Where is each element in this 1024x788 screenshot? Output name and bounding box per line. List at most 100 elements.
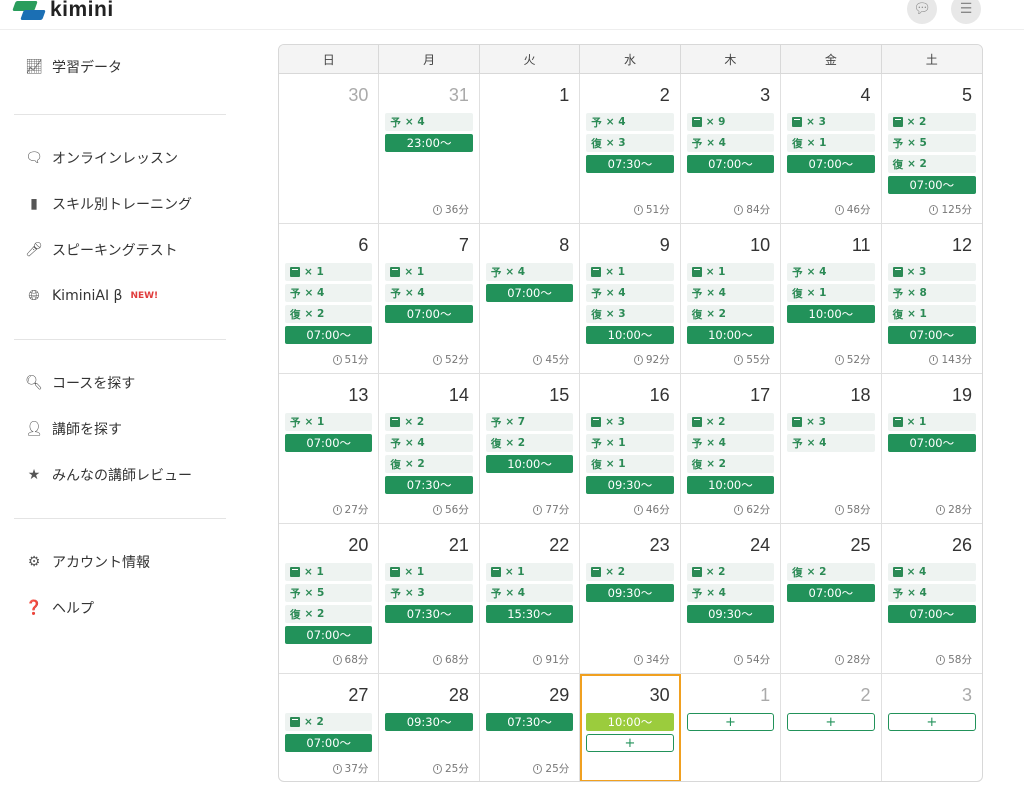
preview-count-tag[interactable]: 予 × 4 [686,284,775,302]
day-cell[interactable]: 23 × 2 09:30～ 34分 [580,524,681,674]
lesson-time-button[interactable]: 10:00～ [586,713,674,731]
day-cell[interactable]: 3 + [882,674,982,781]
preview-count-tag[interactable]: 予 × 8 [887,284,976,302]
lesson-time-button[interactable]: 07:00～ [285,626,373,644]
day-cell[interactable]: 31 予 × 4 23:00～ 36分 [379,74,480,224]
preview-count-tag[interactable]: 予 × 4 [485,263,574,281]
day-cell-today[interactable]: 30 10:00～ + [580,674,681,781]
training-count-tag[interactable]: × 1 [686,263,775,281]
day-cell[interactable]: 25 復 × 2 07:00～ 28分 [781,524,882,674]
day-cell[interactable]: 2 予 × 4 復 × 3 07:30～ 51分 [580,74,681,224]
sidebar-item-book[interactable]: ▮ スキル別トレーニング [14,181,226,227]
day-cell[interactable]: 9 × 1 予 × 4 復 × 3 10:00～ 92分 [580,224,681,374]
training-count-tag[interactable]: × 2 [285,713,373,731]
review-count-tag[interactable]: 復 × 2 [285,605,373,623]
day-cell[interactable]: 17 × 2 予 × 4 復 × 2 10:00～ 62分 [680,374,782,524]
lesson-time-button[interactable]: 07:00～ [485,284,574,302]
lesson-time-button[interactable]: 09:30～ [686,605,775,623]
training-count-tag[interactable]: × 1 [887,413,976,431]
preview-count-tag[interactable]: 予 × 4 [787,434,875,452]
preview-count-tag[interactable]: 予 × 4 [686,584,775,602]
preview-count-tag[interactable]: 予 × 7 [485,413,574,431]
preview-count-tag[interactable]: 予 × 4 [887,584,976,602]
kimini-logo[interactable]: kimini [12,0,114,22]
day-cell[interactable]: 21 × 1 予 × 3 07:30～ 68分 [379,524,480,674]
add-lesson-button[interactable]: + [686,713,775,731]
day-cell[interactable]: 5 × 2 予 × 5 復 × 2 07:00～ 125分 [881,74,982,224]
lesson-time-button[interactable]: 07:00～ [285,434,373,452]
lesson-time-button[interactable]: 07:00～ [787,584,875,602]
preview-count-tag[interactable]: 予 × 4 [285,284,373,302]
review-count-tag[interactable]: 復 × 2 [887,155,976,173]
training-count-tag[interactable]: × 2 [385,413,473,431]
day-cell[interactable]: 6 × 1 予 × 4 復 × 2 07:00～ 51分 [279,224,380,374]
day-cell[interactable]: 22 × 1 予 × 4 15:30～ 91分 [479,524,581,674]
lesson-time-button[interactable]: 10:00～ [787,305,875,323]
training-count-tag[interactable]: × 2 [686,413,775,431]
sidebar-item-help[interactable]: ❓ ヘルプ [14,585,226,631]
sidebar-item-search[interactable]: 🔍︎ コースを探す [14,360,226,406]
review-count-tag[interactable]: 復 × 1 [586,455,674,473]
day-cell[interactable]: 29 07:30～ 25分 [480,674,581,781]
day-cell[interactable]: 10 × 1 予 × 4 復 × 2 10:00～ 55分 [680,224,782,374]
day-cell[interactable]: 26 × 4 予 × 4 07:00～ 58分 [881,524,982,674]
day-cell[interactable]: 7 × 1 予 × 4 07:00～ 52分 [379,224,480,374]
lesson-time-button[interactable]: 07:00～ [887,326,976,344]
day-cell[interactable]: 11 予 × 4 復 × 1 10:00～ 52分 [781,224,882,374]
review-count-tag[interactable]: 復 × 1 [787,134,875,152]
lesson-time-button[interactable]: 23:00～ [385,134,473,152]
preview-count-tag[interactable]: 予 × 4 [385,113,473,131]
lesson-time-button[interactable]: 10:00～ [686,326,775,344]
review-count-tag[interactable]: 復 × 3 [586,305,674,323]
review-count-tag[interactable]: 復 × 2 [385,455,473,473]
day-cell[interactable]: 16 × 3 予 × 1 復 × 1 09:30～ 46分 [580,374,681,524]
lesson-time-button[interactable]: 15:30～ [485,605,574,623]
add-lesson-button[interactable]: + [586,734,674,752]
lesson-time-button[interactable]: 07:30～ [485,713,574,731]
add-lesson-button[interactable]: + [887,713,976,731]
lesson-time-button[interactable]: 10:00～ [586,326,674,344]
preview-count-tag[interactable]: 予 × 1 [285,413,373,431]
preview-count-tag[interactable]: 予 × 4 [385,434,473,452]
day-cell[interactable]: 20 × 1 予 × 5 復 × 2 07:00～ 68分 [279,524,380,674]
day-cell[interactable]: 27 × 2 07:00～ 37分 [279,674,380,781]
day-cell[interactable]: 24 × 2 予 × 4 09:30～ 54分 [680,524,782,674]
lesson-time-button[interactable]: 07:00～ [887,176,976,194]
lesson-time-button[interactable]: 07:00～ [385,305,473,323]
day-cell[interactable]: 30 [279,74,380,224]
message-icon[interactable]: 💬︎ [907,0,937,24]
lesson-time-button[interactable]: 07:00～ [285,326,373,344]
review-count-tag[interactable]: 復 × 1 [887,305,976,323]
add-lesson-button[interactable]: + [787,713,875,731]
training-count-tag[interactable]: × 3 [887,263,976,281]
sidebar-item-gear[interactable]: ⚙ アカウント情報 [14,539,226,585]
training-count-tag[interactable]: × 1 [285,563,373,581]
training-count-tag[interactable]: × 1 [485,563,574,581]
training-count-tag[interactable]: × 1 [385,263,473,281]
day-cell[interactable]: 1 + [681,674,782,781]
preview-count-tag[interactable]: 予 × 4 [385,284,473,302]
lesson-time-button[interactable]: 10:00～ [485,455,574,473]
day-cell[interactable]: 8 予 × 4 07:00～ 45分 [479,224,581,374]
lesson-time-button[interactable]: 07:30～ [586,155,674,173]
preview-count-tag[interactable]: 予 × 4 [686,434,775,452]
lesson-time-button[interactable]: 07:30～ [385,476,473,494]
review-count-tag[interactable]: 復 × 2 [787,563,875,581]
sidebar-item-chat[interactable]: 🗨︎ オンラインレッスン [14,135,226,181]
lesson-time-button[interactable]: 09:30～ [586,584,674,602]
review-count-tag[interactable]: 復 × 1 [787,284,875,302]
preview-count-tag[interactable]: 予 × 4 [586,113,674,131]
training-count-tag[interactable]: × 2 [586,563,674,581]
day-cell[interactable]: 12 × 3 予 × 8 復 × 1 07:00～ 143分 [881,224,982,374]
training-count-tag[interactable]: × 2 [686,563,775,581]
lesson-time-button[interactable]: 07:00～ [787,155,875,173]
lesson-time-button[interactable]: 07:00～ [285,734,373,752]
day-cell[interactable]: 14 × 2 予 × 4 復 × 2 07:30～ 56分 [379,374,480,524]
preview-count-tag[interactable]: 予 × 3 [385,584,473,602]
preview-count-tag[interactable]: 予 × 4 [686,134,775,152]
review-count-tag[interactable]: 復 × 2 [285,305,373,323]
day-cell[interactable]: 15 予 × 7 復 × 2 10:00～ 77分 [479,374,581,524]
lesson-time-button[interactable]: 07:00～ [686,155,775,173]
day-cell[interactable]: 19 × 1 07:00～ 28分 [881,374,982,524]
lesson-time-button[interactable]: 09:30～ [586,476,674,494]
